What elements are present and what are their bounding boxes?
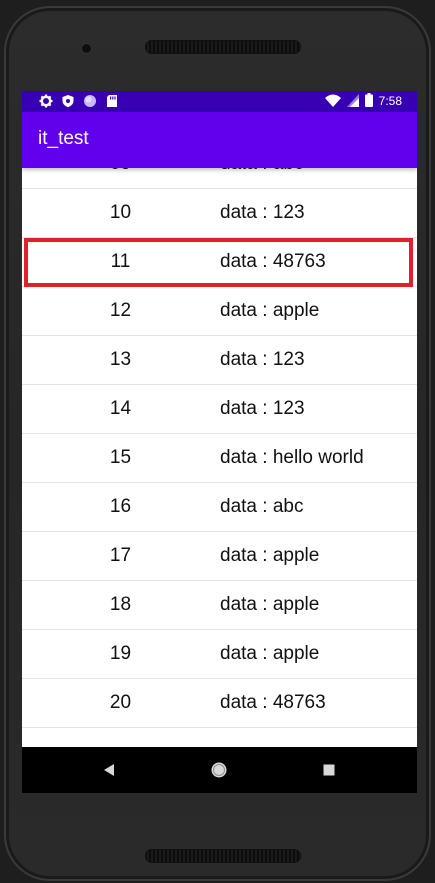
list-item[interactable]: 19 data : apple — [22, 630, 417, 679]
item-value: data : abc — [220, 168, 303, 188]
battery-icon — [364, 93, 373, 110]
item-value: data : apple — [220, 545, 320, 566]
list-item[interactable]: 10 data : 123 — [22, 189, 417, 238]
status-time: 7:58 — [378, 94, 402, 108]
list-item[interactable]: 17 data : apple — [22, 532, 417, 581]
list-item[interactable]: 16 data : abc — [22, 483, 417, 532]
data-list[interactable]: 09 data : abc 10 data : 123 11 data : 48… — [22, 168, 417, 747]
item-number: 15 — [109, 447, 132, 468]
list-item[interactable]: 13 data : 123 — [22, 336, 417, 385]
list-item[interactable]: 14 data : 123 — [22, 385, 417, 434]
item-number: 14 — [109, 398, 132, 419]
status-bar: 7:58 — [22, 91, 417, 112]
item-value: data : hello world — [220, 447, 364, 468]
list-item-highlighted[interactable]: 11 data : 48763 — [22, 238, 417, 287]
top-speaker-grille — [145, 40, 301, 54]
item-number: 09 — [98, 168, 143, 188]
bottom-speaker-grille — [145, 849, 301, 863]
app-title: it_test — [38, 128, 89, 149]
device-screen: 7:58 it_test 09 data : abc 10 data : 123… — [22, 91, 417, 793]
data-list-content: 09 data : abc 10 data : 123 11 data : 48… — [22, 168, 417, 728]
item-value: data : 123 — [220, 398, 305, 419]
wifi-icon — [324, 94, 341, 110]
back-icon[interactable] — [97, 758, 121, 782]
navigation-bar — [22, 747, 417, 793]
item-number: 10 — [109, 202, 132, 223]
item-value: data : apple — [220, 643, 320, 664]
status-right-icons: 7:58 — [324, 93, 402, 110]
app-bar: it_test — [22, 112, 417, 168]
item-value: data : 48763 — [220, 251, 326, 272]
list-item[interactable]: 20 data : 48763 — [22, 679, 417, 728]
item-number: 19 — [109, 643, 132, 664]
list-item[interactable]: 15 data : hello world — [22, 434, 417, 483]
item-number: 11 — [110, 251, 131, 272]
signal-icon — [346, 93, 359, 110]
shield-icon — [61, 94, 75, 108]
status-left-icons — [39, 94, 119, 108]
item-value: data : apple — [220, 594, 320, 615]
recents-icon[interactable] — [317, 758, 341, 782]
sd-card-icon — [105, 94, 119, 108]
item-value: data : 123 — [220, 202, 305, 223]
front-camera — [82, 44, 91, 53]
item-number: 18 — [109, 594, 132, 615]
home-icon[interactable] — [207, 758, 231, 782]
list-item[interactable]: 18 data : apple — [22, 581, 417, 630]
item-value: data : apple — [220, 300, 320, 321]
settings-icon — [39, 94, 53, 108]
list-item[interactable]: 09 data : abc — [22, 168, 417, 189]
phone-frame: 7:58 it_test 09 data : abc 10 data : 123… — [0, 0, 435, 883]
item-value: data : 123 — [220, 349, 305, 370]
item-value: data : abc — [220, 496, 304, 517]
circle-icon — [83, 94, 97, 108]
list-item[interactable]: 12 data : apple — [22, 287, 417, 336]
item-number: 17 — [109, 545, 132, 566]
item-number: 13 — [109, 349, 132, 370]
item-number: 16 — [109, 496, 132, 517]
item-value: data : 48763 — [220, 692, 326, 713]
item-number: 12 — [109, 300, 132, 321]
item-number: 20 — [109, 692, 132, 713]
